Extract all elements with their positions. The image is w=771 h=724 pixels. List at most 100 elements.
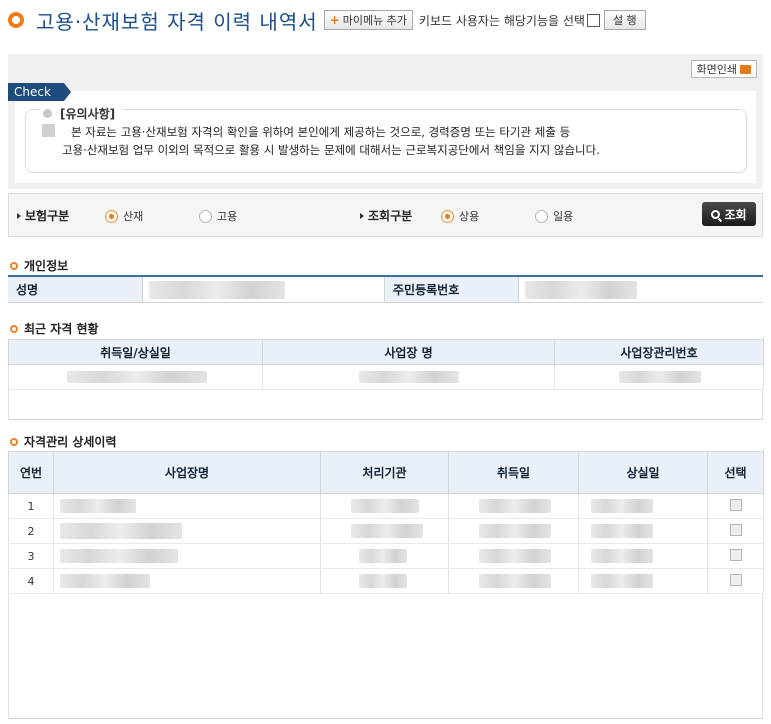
table-cell: [448, 568, 579, 594]
table-cell: [320, 493, 449, 519]
table-cell: [578, 518, 708, 544]
radio-insurance-goyong[interactable]: 고용: [199, 208, 237, 224]
setup-button[interactable]: 설 행: [603, 10, 646, 30]
table-row: 4: [8, 568, 764, 594]
query-type-label: 조회구분: [360, 207, 412, 224]
print-screen-button[interactable]: 화면인쇄: [690, 60, 757, 78]
masked-value: [60, 574, 150, 588]
table-cell: [8, 364, 263, 390]
table-cell: [448, 493, 579, 519]
notice-wrapper: [유의사항] 본 자료는 고용·산재보험 자격의 확인을 위하여 본인에게 제공…: [15, 91, 756, 183]
masked-value: [479, 524, 551, 538]
add-mymenu-button[interactable]: + 마이메뉴 추가: [323, 10, 413, 30]
notice-box: [25, 109, 747, 173]
row-select-checkbox[interactable]: [729, 548, 742, 561]
table-cell: [578, 568, 708, 594]
column-header: 선택: [707, 451, 764, 494]
masked-value: [479, 549, 551, 563]
table-cell: [320, 518, 449, 544]
notice-dot-icon: [43, 109, 52, 118]
personal-section-title: 개인정보: [10, 257, 68, 274]
section-bullet-icon: [10, 437, 18, 446]
add-mymenu-label: 마이메뉴 추가: [342, 14, 407, 27]
radio-label: 고용: [217, 210, 238, 223]
row-select-checkbox[interactable]: [729, 573, 742, 586]
column-header: 상실일: [578, 451, 708, 494]
rrn-label: 주민등록번호: [385, 277, 519, 302]
keyboard-function-checkbox[interactable]: [586, 13, 600, 27]
table-cell: [262, 364, 555, 390]
radio-label: 상용: [459, 210, 480, 223]
row-number: 2: [8, 518, 54, 544]
table-cell: [53, 568, 321, 594]
radio-circle-icon: [441, 209, 454, 223]
select-cell: [707, 543, 764, 569]
masked-rrn: [525, 281, 637, 299]
column-header: 사업장 명: [262, 339, 555, 365]
query-button[interactable]: 조회: [702, 202, 756, 226]
table-cell: [320, 568, 449, 594]
radio-label: 산재: [123, 210, 144, 223]
name-label: 성명: [8, 277, 143, 302]
table-cell: [578, 543, 708, 569]
table-cell: [448, 518, 579, 544]
column-header: 처리기관: [320, 451, 449, 494]
masked-value: [60, 523, 182, 539]
row-select-checkbox[interactable]: [729, 523, 742, 536]
page-title: 고용·산재보험 자격 이력 내역서: [36, 9, 318, 34]
radio-circle-icon: [535, 209, 548, 223]
masked-value: [60, 499, 136, 513]
recent-section-title: 최근 자격 현황: [10, 320, 99, 337]
row-select-checkbox[interactable]: [729, 498, 742, 511]
table-row: 2: [8, 518, 764, 544]
search-icon: [711, 209, 721, 219]
notice-line-1: 본 자료는 고용·산재보험 자격의 확인을 위하여 본인에게 제공하는 것으로,…: [71, 125, 571, 139]
masked-value: [479, 499, 551, 513]
history-table: 연번 사업장명 처리기관 취득일 상실일 선택 1 2 3 4: [8, 451, 764, 594]
name-value: [143, 277, 385, 302]
keyboard-user-text: 키보드 사용자는 해당기능을 선택: [418, 13, 585, 28]
section-title-text: 자격관리 상세이력: [24, 435, 117, 449]
check-tag: Check: [8, 83, 71, 101]
radio-label: 일용: [553, 210, 574, 223]
radio-query-ilyong[interactable]: 일용: [535, 208, 573, 224]
notice-heading: [유의사항]: [39, 105, 124, 122]
select-cell: [707, 493, 764, 519]
table-cell: [578, 493, 708, 519]
notice-heading-text: [유의사항]: [60, 107, 116, 121]
table-cell: [53, 493, 321, 519]
table-row: 3: [8, 543, 764, 569]
masked-value: [591, 549, 653, 563]
select-cell: [707, 518, 764, 544]
table-row: 1: [8, 493, 764, 519]
search-bar: 보험구분 산재 고용 조회구분 상용 일용 조회: [8, 193, 763, 237]
section-title-text: 개인정보: [24, 259, 69, 273]
section-bullet-icon: [10, 261, 18, 270]
print-screen-label: 화면인쇄: [696, 63, 737, 76]
masked-value: [591, 574, 653, 588]
radio-circle-icon: [105, 209, 118, 223]
notice-square-icon: [42, 124, 55, 137]
masked-value: [67, 371, 207, 383]
masked-value: [359, 574, 407, 588]
notice-line-2: 고용·산재보험 업무 이외의 목적으로 활용 시 발생하는 문제에 대해서는 근…: [62, 143, 600, 157]
masked-value: [60, 549, 178, 563]
page-header: 고용·산재보험 자격 이력 내역서 + 마이메뉴 추가 키보드 사용자는 해당기…: [8, 6, 646, 34]
table-row: [8, 364, 764, 390]
masked-value: [479, 574, 551, 588]
table-cell: [53, 543, 321, 569]
radio-query-sangyong[interactable]: 상용: [441, 208, 479, 224]
table-cell: [53, 518, 321, 544]
section-bullet-icon: [10, 324, 18, 333]
section-title-text: 최근 자격 현황: [24, 322, 99, 336]
masked-value: [591, 499, 653, 513]
row-number: 3: [8, 543, 54, 569]
select-cell: [707, 568, 764, 594]
column-header: 사업장명: [53, 451, 321, 494]
recent-table: 취득일/상실일 사업장 명 사업장관리번호: [8, 339, 764, 390]
radio-insurance-sanjae[interactable]: 산재: [105, 208, 143, 224]
masked-name: [149, 281, 285, 299]
column-header: 취득일: [448, 451, 579, 494]
radio-circle-icon: [199, 209, 212, 223]
table-cell: [320, 543, 449, 569]
